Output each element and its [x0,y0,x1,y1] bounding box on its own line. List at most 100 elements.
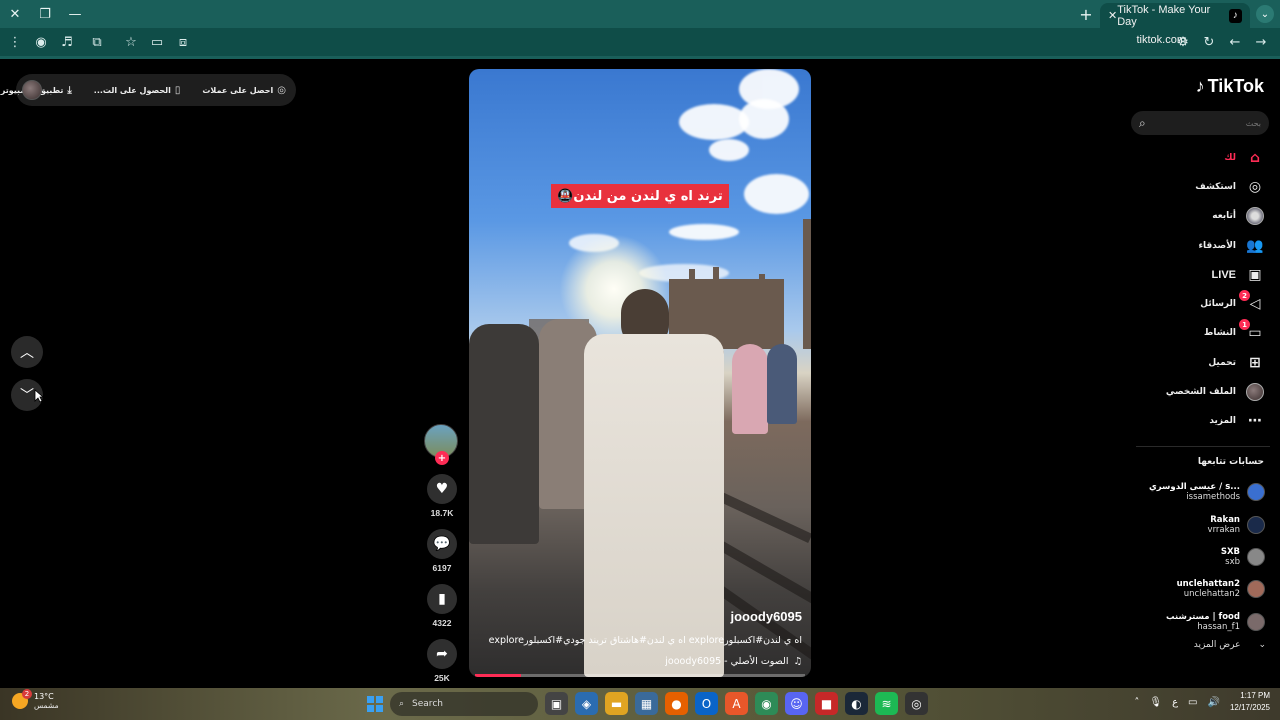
user-avatar[interactable] [22,80,42,100]
building-tower [803,219,811,349]
restore-window-icon[interactable]: ❐ [30,0,60,28]
search-icon: ⌕ [1139,115,1146,130]
creator-avatar[interactable]: + [424,424,458,465]
outlook-icon[interactable]: O [695,692,718,715]
obs-icon[interactable]: ◎ [905,692,928,715]
account-handle: sxb [1225,556,1240,567]
heart-icon: ♥ [435,481,449,497]
following-account[interactable]: unclehattan2 unclehattan2 [1135,573,1265,605]
see-more-button[interactable]: عرض المزيد ⌄ [1194,640,1266,650]
nav-item-friends[interactable]: الأصدقاء 👥 [1114,231,1264,260]
nav-label: المزيد [1209,416,1236,427]
nav-item-upload[interactable]: تحميل ⊞ [1114,348,1264,377]
volume-icon[interactable]: 🔊 [1208,697,1220,708]
start-button[interactable] [367,696,383,712]
nav-item-messages[interactable]: الرسائل ◁ 2 [1114,289,1264,318]
chrome-icon[interactable]: ◉ [755,692,778,715]
video-progress-bar[interactable] [475,674,805,677]
nav-item-live[interactable]: LIVE ▣ [1114,260,1264,289]
file-explorer-icon[interactable]: ▬ [605,692,628,715]
following-account[interactable]: SXB sxb [1135,541,1265,573]
bookmark-star-icon[interactable]: ☆ [118,29,144,55]
following-account[interactable]: Rakan vrrakan [1135,508,1265,540]
system-clock[interactable]: 1:17 PM 12/17/2025 [1230,690,1270,714]
translate-icon[interactable]: ⧈ [170,29,196,55]
get-app-button[interactable]: ▯ الحصول على الت... [94,85,181,96]
following-account[interactable]: مسترشنب | food hassan_f1 [1135,606,1265,638]
nav-item-activity[interactable]: النشاط ▭ 1 [1114,319,1264,348]
network-icon[interactable]: ▭ [1188,697,1197,708]
taskbar-search[interactable]: ⌕ Search [390,692,538,716]
search-input[interactable]: بحث ⌕ [1131,111,1269,135]
video-caption: اه ي لندن#اكسبلورexplore اه ي لندن#هاشتا… [488,635,802,646]
tray-chevron-icon[interactable]: ˄ [1134,697,1139,708]
nav-item-for-you[interactable]: لك ⌂ [1114,143,1264,172]
back-icon[interactable]: ← [1222,29,1248,55]
tab-close-icon[interactable]: ✕ [1108,9,1117,22]
nav-label: LIVE [1211,268,1236,281]
store-icon[interactable]: ▦ [635,692,658,715]
video-author[interactable]: jooody6095 [730,609,802,624]
video-music[interactable]: ♫ الصوت الأصلي - jooody6095 [665,656,802,667]
tiktok-logo[interactable]: ♪ TikTok [1196,76,1264,97]
reading-list-icon[interactable]: ▭ [144,29,170,55]
extensions-icon[interactable]: ⧉ [84,29,110,55]
video-player[interactable]: ترند اه ي لندن من لندن🚇 jooody6095 اه ي … [469,69,811,677]
forward-icon[interactable]: → [1248,29,1274,55]
media-control-icon[interactable]: ♬ [54,29,80,55]
reload-icon[interactable]: ↻ [1196,29,1222,55]
discord-icon[interactable]: ☺ [785,692,808,715]
close-window-icon[interactable]: ✕ [0,0,30,28]
music-icon: ♫ [793,656,802,667]
app-a-icon[interactable]: A [725,692,748,715]
activity-icon: ▭ 1 [1239,319,1264,342]
mic-icon[interactable]: 🎙 [1149,697,1162,708]
firefox-icon[interactable]: ● [665,692,688,715]
more-icon: ⋯ [1248,413,1262,430]
person-figure [469,324,539,544]
new-tab-button[interactable]: + [1075,4,1097,24]
account-handle: unclehattan2 [1183,589,1240,600]
weather-widget[interactable]: 2 13°C مشمس [12,689,59,710]
spotify-icon[interactable]: ≋ [875,692,898,715]
weather-sun-icon: 2 [12,689,32,709]
get-coins-label: احصل على عملات [202,85,274,95]
like-button[interactable]: ♥ [427,474,457,504]
browser-titlebar: ✕ ❐ — + ✕ TikTok - Make Your Day ♪ ⌄ [0,0,1280,28]
site-settings-icon[interactable]: ⚙ [1170,29,1196,55]
minimize-window-icon[interactable]: — [60,0,90,28]
save-button[interactable]: ▮ [427,584,457,614]
mouse-cursor-icon [34,389,44,403]
menu-kebab-icon[interactable]: ⋮ [2,29,28,55]
input-language[interactable]: ع [1172,697,1178,708]
comment-button[interactable]: 💬 [427,529,457,559]
tab-tiktok[interactable]: ✕ TikTok - Make Your Day ♪ [1100,3,1250,28]
copilot-icon[interactable]: ◈ [575,692,598,715]
app-red-icon[interactable]: ■ [815,692,838,715]
activity-badge: 1 [1239,319,1250,331]
get-app-label: الحصول على الت... [93,85,171,95]
live-icon: ▣ [1248,266,1262,283]
previous-video-button[interactable]: ︿ [11,336,43,368]
video-actions: + ♥ 18.7K 💬 6197 ▮ 4322 ➦ 25K [424,424,460,694]
share-button[interactable]: ➦ [427,639,457,669]
sidebar-divider [1136,446,1270,447]
nav-label: تحميل [1208,357,1236,368]
nav-label: الرسائل [1200,299,1236,310]
following-account[interactable]: عيسى الدوسري / s... issamethods [1135,476,1265,508]
follow-plus-icon[interactable]: + [435,451,449,465]
task-view-icon[interactable]: ▣ [545,692,568,715]
sidebar-nav: لك ⌂ استكشف ◎ أتابعه الأصدقاء 👥 LIVE ▣ ا… [1114,143,1264,436]
share-count: 25K [434,673,450,683]
share-icon: ➦ [436,646,448,662]
building-spire [689,269,695,289]
nav-item-following[interactable]: أتابعه [1114,202,1264,231]
music-title: الصوت الأصلي - jooody6095 [665,656,789,667]
nav-item-profile[interactable]: الملف الشخصي [1114,377,1264,406]
tab-search-button[interactable]: ⌄ [1256,5,1274,23]
nav-item-more[interactable]: المزيد ⋯ [1114,407,1264,436]
profile-avatar-icon[interactable]: ◉ [28,29,54,55]
steam-icon[interactable]: ◐ [845,692,868,715]
get-coins-button[interactable]: ◎ احصل على عملات [202,85,286,96]
nav-item-explore[interactable]: استكشف ◎ [1114,172,1264,201]
